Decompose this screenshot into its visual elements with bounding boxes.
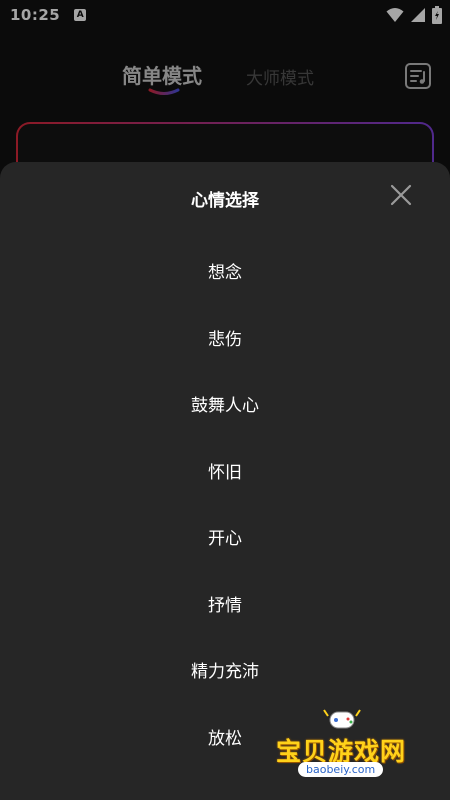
watermark: 宝贝游戏网 baobeiy.com	[272, 706, 422, 788]
mood-option-nostalgic[interactable]: 怀旧	[0, 440, 450, 507]
close-icon[interactable]	[388, 182, 414, 208]
mood-option-happy[interactable]: 开心	[0, 506, 450, 573]
mood-option-inspiring[interactable]: 鼓舞人心	[0, 373, 450, 440]
mood-option-sad[interactable]: 悲伤	[0, 307, 450, 374]
watermark-url: baobeiy.com	[298, 762, 384, 777]
screen: 10:25 A 简单模式 大师模式 心情选择 想念 悲伤 鼓舞人心 怀旧 开心 …	[0, 0, 450, 800]
gamepad-mascot-icon	[323, 709, 361, 729]
mood-option-lyrical[interactable]: 抒情	[0, 573, 450, 640]
mood-option-missing[interactable]: 想念	[0, 240, 450, 307]
mood-list: 想念 悲伤 鼓舞人心 怀旧 开心 抒情 精力充沛 放松	[0, 240, 450, 772]
mood-selection-sheet: 心情选择 想念 悲伤 鼓舞人心 怀旧 开心 抒情 精力充沛 放松	[0, 162, 450, 800]
sheet-title: 心情选择	[191, 191, 259, 211]
mood-option-energetic[interactable]: 精力充沛	[0, 639, 450, 706]
